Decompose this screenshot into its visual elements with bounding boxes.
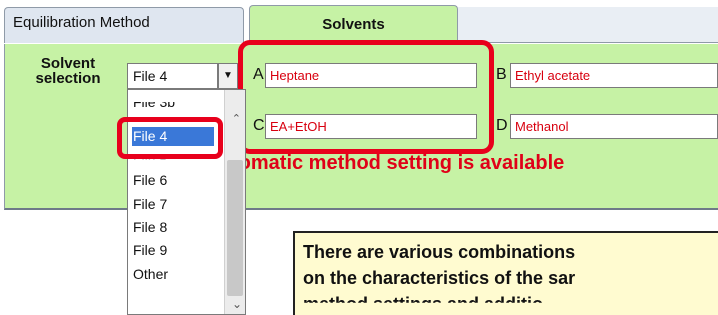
callout-line-3: method settings and additio: [303, 294, 544, 314]
file-4-highlight-frame: [117, 117, 223, 159]
dropdown-option-file-9[interactable]: File 9: [133, 242, 167, 258]
solvent-d-input[interactable]: Methanol: [510, 114, 718, 139]
solvent-file-select[interactable]: File 4: [127, 63, 218, 89]
callout-line-2: on the characteristics of the sar: [303, 268, 576, 288]
dropdown-scrollbar[interactable]: ⌃ ⌄: [224, 90, 245, 314]
chevron-up-icon[interactable]: ⌃: [232, 112, 241, 125]
chevron-down-icon[interactable]: ⌄: [232, 297, 242, 311]
info-callout: There are various combinations on the ch…: [293, 231, 718, 315]
solvent-selection-label-line1: Solvent: [40, 55, 96, 72]
slot-d-letter: D: [496, 117, 508, 134]
tab-strip: [458, 7, 718, 43]
dropdown-option-file-6[interactable]: File 6: [133, 172, 167, 188]
solvent-selection-label-line2: selection: [35, 70, 101, 87]
tab-solvents[interactable]: Solvents: [249, 5, 458, 45]
dropdown-arrow-icon[interactable]: ▼: [218, 63, 238, 89]
dropdown-option-other[interactable]: Other: [133, 266, 168, 282]
callout-line-1: There are various combinations: [303, 242, 576, 262]
dropdown-option-file-8[interactable]: File 8: [133, 219, 167, 235]
automatic-setting-message: tomatic method setting is available: [232, 152, 565, 174]
tab-equilibration-method[interactable]: Equilibration Method: [4, 7, 244, 43]
dropdown-option-file-3b[interactable]: File 3b: [133, 102, 175, 110]
scrollbar-thumb[interactable]: [227, 160, 243, 296]
solvent-selection-label: Solvent selection: [26, 56, 110, 86]
solvent-inputs-highlight-frame: [238, 40, 494, 154]
slot-b-letter: B: [496, 66, 507, 83]
solvent-b-input[interactable]: Ethyl acetate: [510, 63, 718, 88]
dropdown-option-file-7[interactable]: File 7: [133, 196, 167, 212]
